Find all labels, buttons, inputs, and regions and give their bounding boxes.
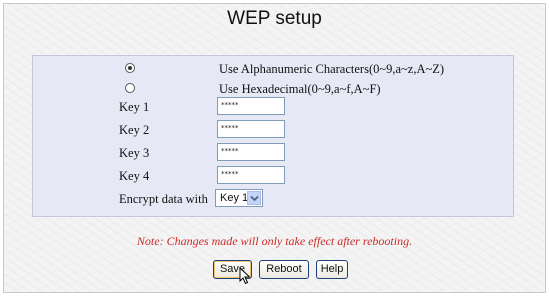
hexadecimal-label: Use Hexadecimal(0~9,a~f,A~F) — [219, 82, 381, 96]
help-button[interactable]: Help — [316, 260, 348, 279]
reboot-note: Note: Changes made will only take effect… — [136, 234, 413, 248]
key-row-3: Key 3 ***** — [33, 143, 513, 163]
option-row-alphanumeric: Use Alphanumeric Characters(0~9,a~z,A~Z) — [33, 59, 513, 79]
key-4-input[interactable]: ***** — [217, 166, 285, 184]
key-2-label: Key 2 — [119, 123, 150, 137]
key-1-input[interactable]: ***** — [217, 97, 285, 115]
hexadecimal-radio[interactable] — [125, 83, 135, 93]
encrypt-key-value: Key 1 — [220, 192, 249, 204]
reboot-button[interactable]: Reboot — [259, 260, 309, 279]
key-row-2: Key 2 ***** — [33, 120, 513, 140]
option-row-hexadecimal: Use Hexadecimal(0~9,a~f,A~F) — [33, 79, 513, 99]
key-3-input[interactable]: ***** — [217, 143, 285, 161]
mouse-pointer-icon — [239, 267, 251, 285]
encrypt-label: Encrypt data with — [119, 192, 208, 206]
wep-settings-panel: Use Alphanumeric Characters(0~9,a~z,A~Z)… — [32, 55, 514, 217]
key-row-1: Key 1 ***** — [33, 97, 513, 117]
encrypt-key-select[interactable]: Key 1 — [215, 189, 263, 207]
key-row-4: Key 4 ***** — [33, 166, 513, 186]
page-title: WEP setup — [227, 8, 322, 29]
key-1-label: Key 1 — [119, 100, 150, 114]
chevron-down-icon[interactable] — [247, 191, 261, 205]
key-2-input[interactable]: ***** — [217, 120, 285, 138]
alphanumeric-label: Use Alphanumeric Characters(0~9,a~z,A~Z) — [219, 62, 445, 76]
encrypt-row: Encrypt data with Key 1 — [33, 189, 513, 209]
key-3-label: Key 3 — [119, 146, 150, 160]
key-4-label: Key 4 — [119, 169, 150, 183]
alphanumeric-radio[interactable] — [125, 63, 135, 73]
